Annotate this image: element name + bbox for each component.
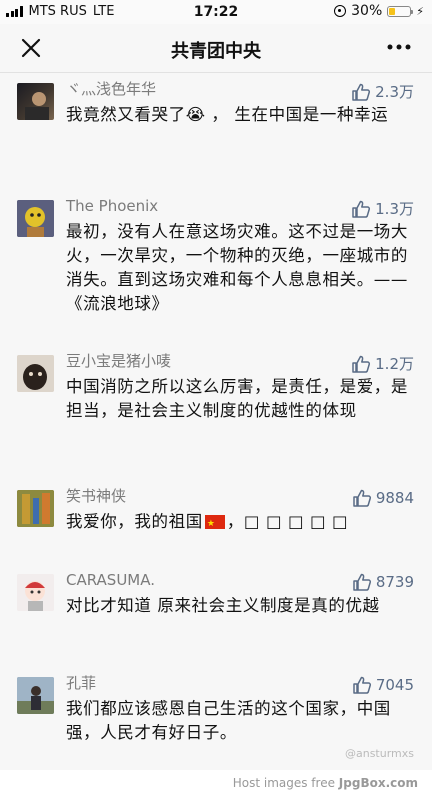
battery-percent: 30% — [351, 3, 383, 19]
avatar[interactable] — [17, 83, 54, 120]
comment-item: CARASUMA. 8739 对比才知道 原来社会主义制度是真的优越 — [0, 570, 432, 673]
footer-text: Host images free JpgBox.com — [233, 776, 418, 790]
thumbs-up-icon — [352, 83, 371, 101]
battery-icon — [387, 5, 414, 17]
china-flag-icon — [204, 512, 225, 536]
footer-brand[interactable]: JpgBox.com — [339, 776, 418, 790]
avatar[interactable] — [17, 490, 54, 527]
avatar[interactable] — [17, 200, 54, 237]
like-button[interactable]: 8739 — [352, 572, 414, 592]
nav-bar: 共青团中央 — [0, 24, 432, 73]
like-count: 7045 — [375, 676, 414, 694]
like-count: 8739 — [375, 573, 414, 591]
comment-text: 最初，没有人在意这场灾难。这不过是一场大火，一次旱灾，一个物种的灭绝，一座城市的… — [66, 222, 408, 313]
comment-text-end: ，□ □ □ □ □ — [226, 512, 349, 531]
thumbs-up-icon — [353, 573, 371, 591]
thumbs-up-icon — [353, 676, 371, 694]
comment-item: ヾ灬浅色年华 2.3万 我竟然又看哭了😭 ， 生在中国是一种幸运 — [0, 73, 432, 196]
more-icon[interactable] — [386, 37, 412, 57]
thumbs-up-icon — [353, 489, 371, 507]
avatar[interactable] — [17, 574, 54, 611]
footer-bar: Host images free JpgBox.com — [0, 770, 432, 798]
like-count: 1.2万 — [375, 355, 414, 373]
comment-item: 笑书神侠 9884 我爱你，我的祖国，□ □ □ □ □ — [0, 486, 432, 570]
comment-item: 豆小宝是猪小唛 1.2万 中国消防之所以这么厉害，是责任，是爱，是担当，是社会主… — [0, 351, 432, 486]
status-bar: MTS RUS LTE 17:22 30% ⚡ — [0, 0, 432, 24]
weibo-watermark: @ansturmxs — [344, 747, 414, 760]
status-right: 30% ⚡ — [334, 3, 424, 19]
footer-label: Host images free — [232, 776, 335, 790]
like-button[interactable]: 1.3万 — [351, 198, 414, 219]
comment-text: 我竟然又看哭了😭 ， 生在中国是一种幸运 — [66, 105, 389, 124]
avatar[interactable] — [17, 677, 54, 714]
comment-text: 中国消防之所以这么厉害，是责任，是爱，是担当，是社会主义制度的优越性的体现 — [66, 377, 408, 420]
comment-text: 我们都应该感恩自己生活的这个国家，中国强，人民才有好日子。 — [66, 699, 391, 742]
thumbs-up-icon — [352, 200, 371, 218]
comment-text-start: 我爱你，我的祖国 — [66, 512, 203, 531]
like-count: 9884 — [375, 489, 414, 507]
comment-text: 对比才知道 原来社会主义制度是真的优越 — [66, 596, 380, 615]
comment-text: 我爱你，我的祖国 ，□ □ □ □ □ — [66, 510, 414, 536]
rotation-lock-icon — [334, 5, 347, 17]
like-button[interactable]: 1.2万 — [351, 353, 414, 374]
page-title: 共青团中央 — [171, 41, 261, 62]
like-button[interactable]: 9884 — [352, 488, 414, 508]
like-count: 1.3万 — [375, 200, 414, 218]
charging-icon: ⚡ — [416, 4, 424, 18]
thumbs-up-icon — [352, 355, 371, 373]
comment-item: The Phoenix 1.3万 最初，没有人在意这场灾难。这不过是一场大火，一… — [0, 196, 432, 351]
comment-list: ヾ灬浅色年华 2.3万 我竟然又看哭了😭 ， 生在中国是一种幸运 The Pho… — [0, 73, 432, 770]
like-button[interactable]: 2.3万 — [351, 81, 414, 102]
avatar[interactable] — [17, 355, 54, 392]
like-button[interactable]: 7045 — [352, 675, 414, 695]
like-count: 2.3万 — [375, 83, 414, 101]
